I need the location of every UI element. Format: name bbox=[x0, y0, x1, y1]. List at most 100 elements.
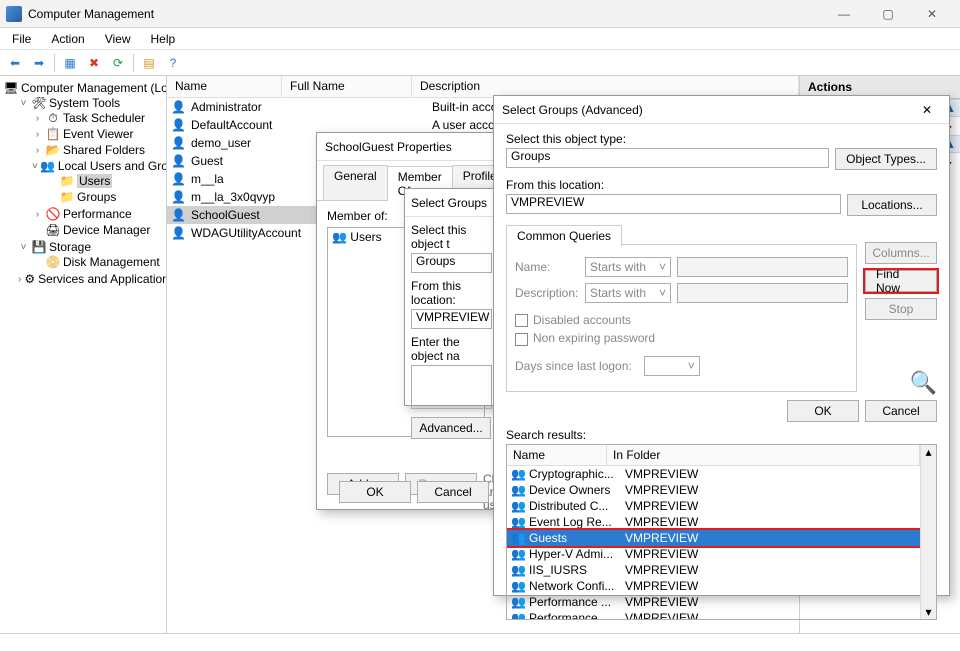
result-row[interactable]: 👥GuestsVMPREVIEW bbox=[507, 530, 920, 546]
tree-storage[interactable]: Storage bbox=[49, 240, 91, 254]
name-filter-mode[interactable]: Starts with˅ bbox=[585, 257, 671, 277]
user-icon: 👤 bbox=[171, 118, 187, 132]
sga-cancel-button[interactable]: Cancel bbox=[865, 400, 937, 422]
user-icon: 👤 bbox=[171, 208, 187, 222]
result-name: Event Log Re... bbox=[529, 515, 625, 529]
select-groups-dialog: Select Groups Select this object t Group… bbox=[404, 188, 499, 406]
group-icon: 👥 bbox=[511, 611, 525, 619]
group-icon: 👥 bbox=[511, 483, 525, 497]
menu-view[interactable]: View bbox=[95, 30, 141, 48]
col-name[interactable]: Name bbox=[167, 76, 282, 97]
sg-object-type-field[interactable]: Groups bbox=[411, 253, 492, 273]
result-row[interactable]: 👥Network Confi...VMPREVIEW bbox=[507, 578, 920, 594]
properties-button[interactable]: ▤ bbox=[138, 52, 160, 74]
results-scrollbar[interactable]: ▴▾ bbox=[920, 445, 936, 619]
group-icon: 👥 bbox=[511, 563, 525, 577]
result-row[interactable]: 👥Cryptographic...VMPREVIEW bbox=[507, 466, 920, 482]
result-row[interactable]: 👥 Event Log Re...VMPREVIEW bbox=[507, 514, 920, 530]
menu-help[interactable]: Help bbox=[141, 30, 186, 48]
result-name: Guests bbox=[529, 531, 625, 545]
results-col-name[interactable]: Name bbox=[507, 445, 607, 465]
sga-loc-field[interactable]: VMPREVIEW bbox=[506, 194, 841, 214]
tree-system-tools[interactable]: System Tools bbox=[49, 96, 120, 110]
new-button[interactable]: ▦ bbox=[59, 52, 81, 74]
tree-local-users-groups[interactable]: Local Users and Groups bbox=[58, 159, 167, 173]
tree-services-apps[interactable]: Services and Applications bbox=[38, 272, 167, 286]
col-full[interactable]: Full Name bbox=[282, 76, 412, 97]
desc-filter-mode[interactable]: Starts with˅ bbox=[585, 283, 671, 303]
result-folder: VMPREVIEW bbox=[625, 595, 920, 609]
col-desc[interactable]: Description bbox=[412, 76, 799, 97]
find-now-button[interactable]: Find Now bbox=[865, 270, 937, 292]
statusbar bbox=[0, 633, 960, 651]
tree-performance[interactable]: Performance bbox=[63, 207, 132, 221]
object-types-button[interactable]: Object Types... bbox=[835, 148, 937, 170]
result-row[interactable]: 👥Device OwnersVMPREVIEW bbox=[507, 482, 920, 498]
menu-action[interactable]: Action bbox=[41, 30, 94, 48]
result-row[interactable]: 👥Hyper-V Admi...VMPREVIEW bbox=[507, 546, 920, 562]
sga-close-button[interactable]: ✕ bbox=[913, 103, 941, 117]
tree-device-manager[interactable]: Device Manager bbox=[63, 223, 150, 237]
result-name: Performance ... bbox=[529, 611, 625, 619]
tree-event-viewer[interactable]: Event Viewer bbox=[63, 127, 133, 141]
locations-button[interactable]: Locations... bbox=[847, 194, 937, 216]
user-name: SchoolGuest bbox=[191, 208, 302, 222]
tree-root[interactable]: Computer Management (Local bbox=[21, 81, 167, 95]
tree-disk-management[interactable]: Disk Management bbox=[63, 255, 160, 269]
group-icon: 👥 bbox=[511, 499, 525, 513]
result-name: Performance ... bbox=[529, 595, 625, 609]
sga-ok-button[interactable]: OK bbox=[787, 400, 859, 422]
name-filter-input[interactable] bbox=[677, 257, 848, 277]
chevron-down-icon: ˅ bbox=[688, 359, 695, 373]
columns-button[interactable]: Columns... bbox=[865, 242, 937, 264]
nav-tree[interactable]: 🖥Computer Management (Local ˅🛠System Too… bbox=[0, 76, 167, 633]
result-name: Distributed C... bbox=[529, 499, 625, 513]
desc-filter-input[interactable] bbox=[677, 283, 848, 303]
group-icon: 👥 bbox=[511, 579, 525, 593]
forward-button[interactable]: ➡ bbox=[28, 52, 50, 74]
days-since-select[interactable]: ˅ bbox=[644, 356, 700, 376]
user-icon: 👤 bbox=[171, 226, 187, 240]
select-groups-advanced-dialog: Select Groups (Advanced) ✕ Select this o… bbox=[493, 95, 950, 596]
group-icon: 👥 bbox=[511, 515, 525, 529]
result-folder: VMPREVIEW bbox=[625, 515, 920, 529]
back-button[interactable]: ⬅ bbox=[4, 52, 26, 74]
toolbar: ⬅ ➡ ▦ ✖ ⟳ ▤ ? bbox=[0, 50, 960, 76]
sg-location-field[interactable]: VMPREVIEW bbox=[411, 309, 492, 329]
menu-file[interactable]: File bbox=[2, 30, 41, 48]
nonexpiring-checkbox[interactable] bbox=[515, 333, 528, 346]
result-row[interactable]: 👥Performance ...VMPREVIEW bbox=[507, 610, 920, 619]
tab-general[interactable]: General bbox=[323, 165, 388, 200]
maximize-button[interactable]: ▢ bbox=[866, 0, 910, 28]
help-button[interactable]: ? bbox=[162, 52, 184, 74]
common-queries-tab[interactable]: Common Queries bbox=[506, 225, 622, 246]
group-icon: 👥 bbox=[511, 467, 525, 481]
properties-ok[interactable]: OK bbox=[339, 481, 411, 503]
sga-title[interactable]: Select Groups (Advanced) ✕ bbox=[494, 96, 949, 124]
result-row[interactable]: 👥Distributed C...VMPREVIEW bbox=[507, 498, 920, 514]
result-name: Cryptographic... bbox=[529, 467, 625, 481]
stop-button[interactable]: Stop bbox=[865, 298, 937, 320]
tree-task-scheduler[interactable]: Task Scheduler bbox=[63, 111, 145, 125]
result-row[interactable]: 👥Performance ...VMPREVIEW bbox=[507, 594, 920, 610]
delete-button[interactable]: ✖ bbox=[83, 52, 105, 74]
disabled-checkbox[interactable] bbox=[515, 314, 528, 327]
sga-type-field[interactable]: Groups bbox=[506, 148, 829, 168]
tree-shared-folders[interactable]: Shared Folders bbox=[63, 143, 145, 157]
tree-groups[interactable]: Groups bbox=[77, 190, 116, 204]
minimize-button[interactable]: — bbox=[822, 0, 866, 28]
properties-title[interactable]: SchoolGuest Properties bbox=[317, 133, 495, 161]
close-button[interactable]: ✕ bbox=[910, 0, 954, 28]
refresh-button[interactable]: ⟳ bbox=[107, 52, 129, 74]
result-row[interactable]: 👥IIS_IUSRSVMPREVIEW bbox=[507, 562, 920, 578]
chevron-down-icon: ˅ bbox=[659, 286, 666, 300]
name-filter-label: Name: bbox=[515, 260, 585, 274]
tree-users[interactable]: Users bbox=[77, 174, 112, 188]
advanced-button[interactable]: Advanced... bbox=[411, 417, 491, 439]
properties-cancel[interactable]: Cancel bbox=[417, 481, 489, 503]
group-icon: 👥 bbox=[511, 547, 525, 561]
search-results-list[interactable]: Name In Folder 👥 Cryptographic... VMPREVIE… bbox=[506, 444, 937, 620]
sg-names-input[interactable] bbox=[411, 365, 492, 409]
results-col-folder[interactable]: In Folder bbox=[607, 445, 920, 465]
titlebar: Computer Management — ▢ ✕ bbox=[0, 0, 960, 28]
